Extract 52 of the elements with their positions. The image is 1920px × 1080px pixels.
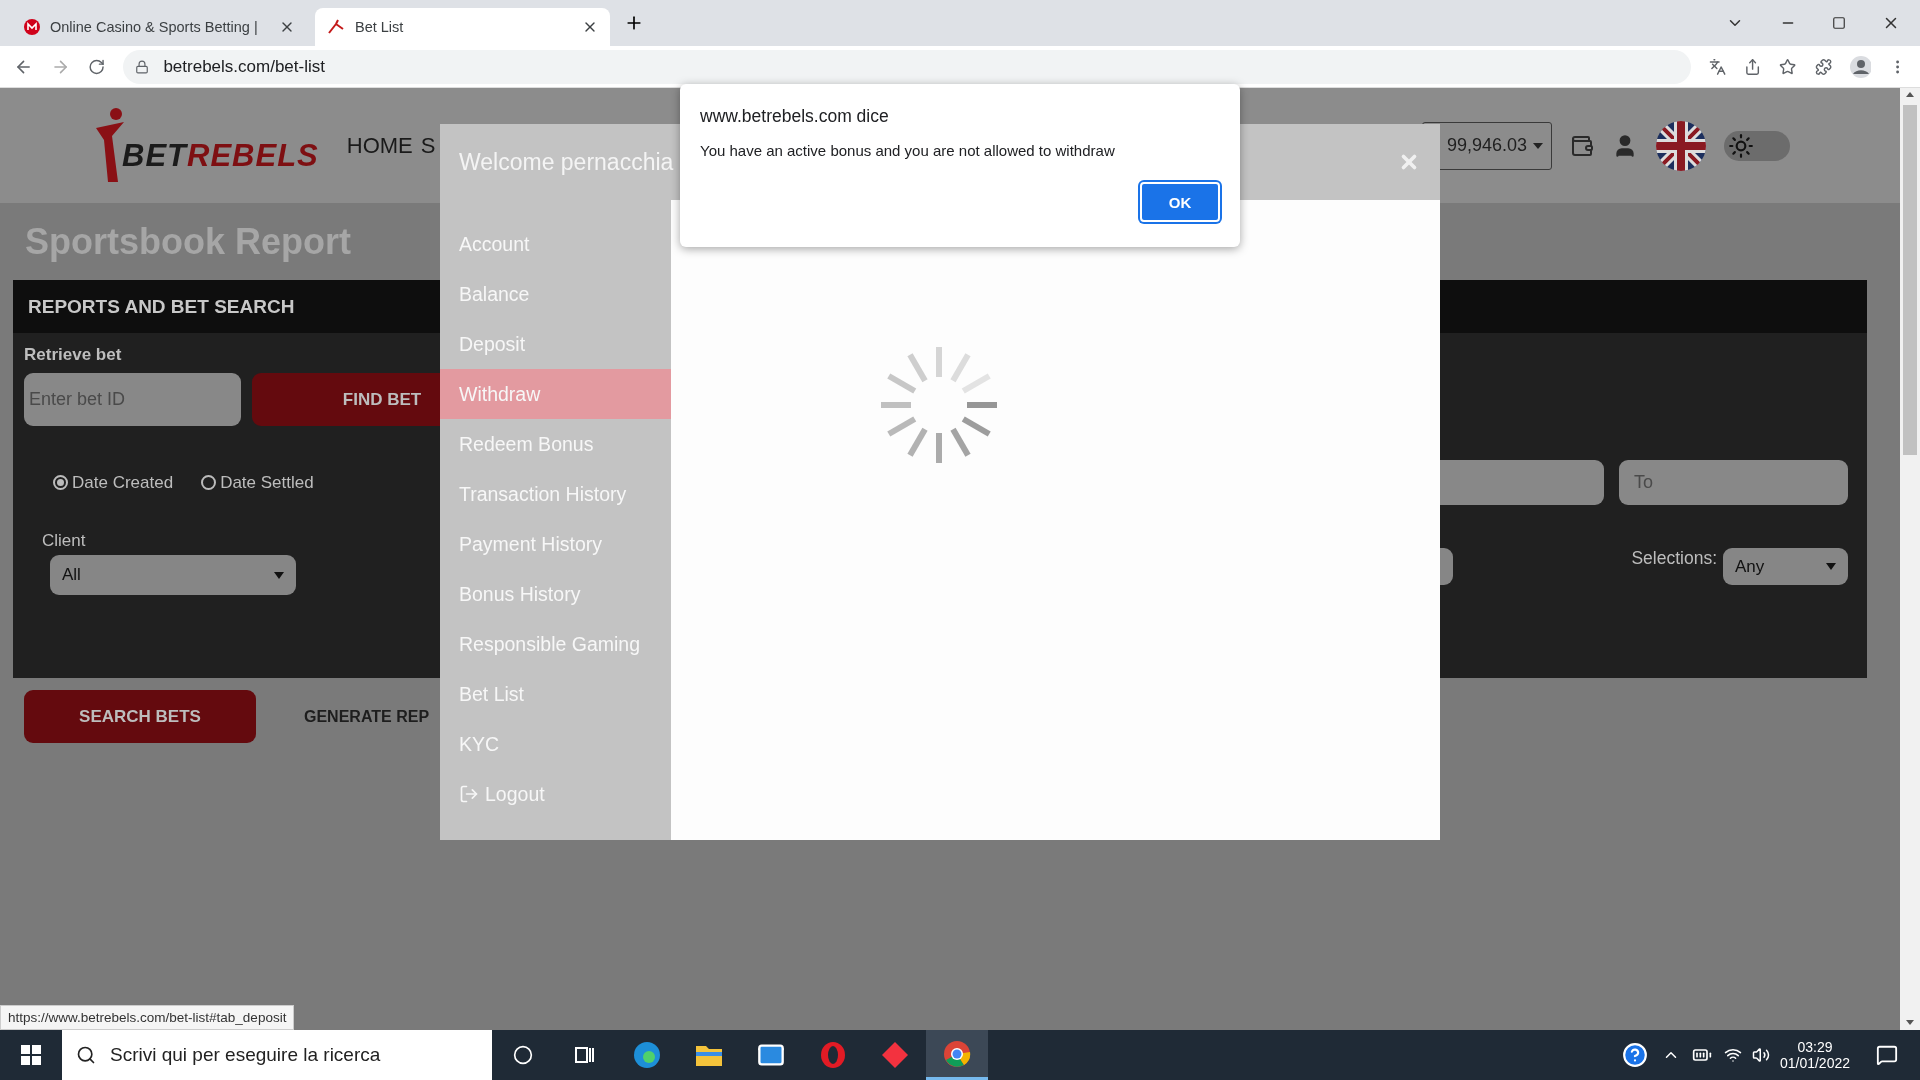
wifi-icon[interactable] xyxy=(1723,1046,1742,1064)
logo-text: BETREBELS xyxy=(122,137,319,174)
lock-icon xyxy=(135,59,150,74)
profile-icon[interactable] xyxy=(1849,55,1871,78)
help-icon[interactable] xyxy=(1621,1042,1648,1068)
caret-icon xyxy=(274,571,284,579)
extensions-icon[interactable] xyxy=(1814,57,1832,76)
alert-message: You have an active bonus and you are not allowed to withdraw xyxy=(700,142,1116,159)
client-select[interactable]: All xyxy=(50,555,296,595)
date-radio[interactable]: Date Created xyxy=(53,472,174,493)
date-radio[interactable]: Date Settled xyxy=(201,472,314,493)
browser-tab[interactable]: Online Casino & Sports Betting | xyxy=(12,8,307,46)
scroll-up-icon xyxy=(1906,92,1914,97)
search-icon xyxy=(76,1045,96,1065)
sun-icon xyxy=(1728,132,1754,159)
scroll-down-icon xyxy=(1906,1020,1914,1025)
search-bets-button[interactable]: SEARCH BETS xyxy=(24,690,256,743)
flag-icon[interactable] xyxy=(1656,120,1706,171)
nav-link[interactable]: HOME xyxy=(346,132,413,159)
maximize-icon[interactable] xyxy=(1832,16,1846,30)
volume-icon[interactable] xyxy=(1751,1046,1770,1064)
caret-icon xyxy=(1826,563,1836,570)
generate-report-button[interactable]: GENERATE REP xyxy=(304,707,430,726)
ok-button[interactable]: OK xyxy=(1140,182,1220,222)
alert-title: www.betrebels.com dice xyxy=(700,106,890,127)
address-bar[interactable]: betrebels.com/bet-list xyxy=(123,49,1691,84)
bet-id-field[interactable]: Enter bet ID xyxy=(24,373,241,426)
field-label: Client xyxy=(42,531,86,551)
wallet-icon[interactable] xyxy=(1570,133,1594,158)
to-date-field[interactable]: To xyxy=(1619,460,1848,505)
logout-icon xyxy=(459,784,479,804)
translate-icon[interactable] xyxy=(1709,57,1727,76)
clock[interactable]: 03:29 01/01/2022 xyxy=(1779,1039,1850,1071)
nav-link[interactable]: S xyxy=(420,132,436,159)
chrome-icon[interactable] xyxy=(926,1030,988,1080)
radio-button[interactable] xyxy=(53,475,68,490)
notification-icon[interactable] xyxy=(1876,1044,1898,1066)
site-icon xyxy=(24,19,40,35)
radio-button[interactable] xyxy=(201,475,217,490)
site-icon xyxy=(327,19,345,35)
scrollbar[interactable] xyxy=(1900,88,1920,1030)
browser-tab[interactable]: Bet List xyxy=(315,8,610,46)
field-label: Retrieve bet xyxy=(24,345,122,365)
taskbar-search-field[interactable]: Scrivi qui per eseguire la ricerca xyxy=(62,1030,492,1080)
status-url: https://www.betrebels.com/bet-list#tab_deposit xyxy=(0,1005,295,1030)
bookmark-icon[interactable] xyxy=(1779,57,1797,76)
reload-icon[interactable] xyxy=(88,57,106,76)
share-icon[interactable] xyxy=(1744,57,1762,76)
caret-icon xyxy=(1533,142,1543,149)
field-label: Selections: xyxy=(1631,548,1717,569)
selections-select[interactable]: Any xyxy=(1723,548,1848,585)
theme-toggle[interactable] xyxy=(1724,130,1790,161)
